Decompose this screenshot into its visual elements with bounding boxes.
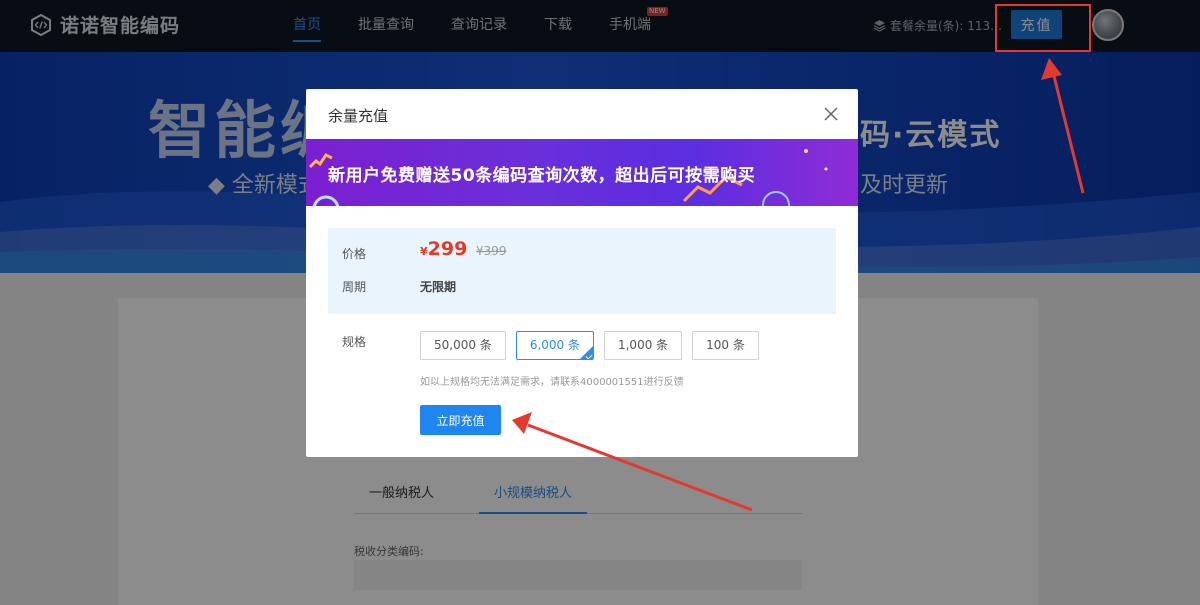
current-price: ¥299 <box>420 238 467 260</box>
recharge-modal: 余量充值 新用户免费赠送50条编码查询次数，超出后可按需购买 价格 ¥299 ¥… <box>306 89 858 457</box>
spec-option-1000[interactable]: 1,000 条 <box>603 331 683 360</box>
annotation-highlight-box <box>995 4 1091 52</box>
period-value: 无限期 <box>420 280 457 294</box>
spec-option-6000[interactable]: 6,000 条 <box>515 331 594 360</box>
price-label: 价格 <box>342 247 367 261</box>
spec-option-label: 6,000 条 <box>529 338 580 352</box>
close-icon[interactable] <box>822 105 840 123</box>
spec-option-100[interactable]: 100 条 <box>692 331 759 360</box>
current-price-value: 299 <box>427 238 468 260</box>
spec-options: 50,000 条 6,000 条 1,000 条 100 条 <box>420 331 769 360</box>
original-price: ¥399 <box>476 244 507 258</box>
period-label: 周期 <box>342 280 367 294</box>
spec-option-50000[interactable]: 50,000 条 <box>420 331 506 360</box>
spec-label: 规格 <box>342 335 367 349</box>
promo-banner: 新用户免费赠送50条编码查询次数，超出后可按需购买 <box>306 139 858 206</box>
promo-text: 新用户免费赠送50条编码查询次数，超出后可按需购买 <box>328 166 756 186</box>
modal-title: 余量充值 <box>328 107 389 125</box>
price-info-box: 价格 ¥299 ¥399 周期 无限期 <box>328 228 836 314</box>
currency-symbol: ¥ <box>420 245 428 258</box>
spec-note: 如以上规格均无法满足需求，请联系4000001551进行反馈 <box>420 377 684 388</box>
buy-now-button[interactable]: 立即充值 <box>420 405 501 435</box>
